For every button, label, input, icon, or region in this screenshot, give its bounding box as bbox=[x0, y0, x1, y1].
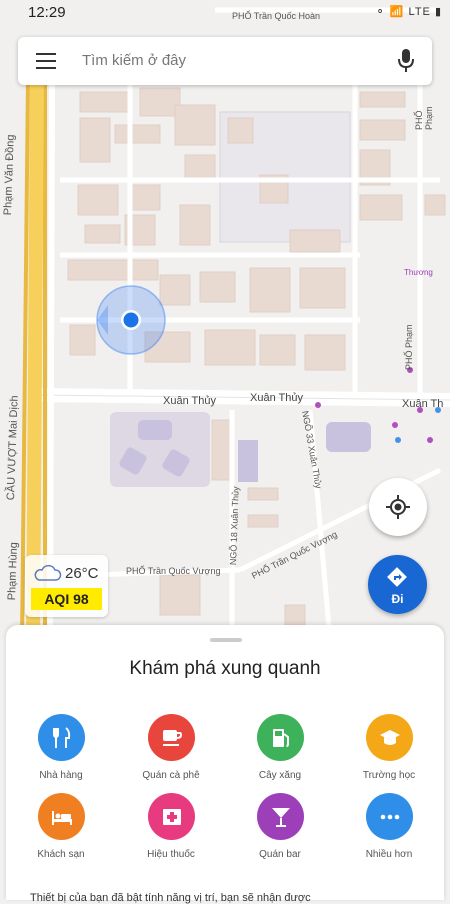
road-label-xuan-thuy-2: Xuân Thủy bbox=[250, 392, 304, 404]
search-input[interactable]: Tìm kiếm ở đây bbox=[82, 52, 186, 69]
directions-icon bbox=[387, 567, 407, 587]
road-label-pho-pham: PHỐ Phạm bbox=[414, 106, 434, 130]
explore-sheet: Khám phá xung quanh Nhà hàng Quán cà phê… bbox=[6, 625, 444, 900]
my-location-button[interactable] bbox=[369, 478, 427, 536]
road-label-xuan-thuy-1: Xuân Thủy bbox=[163, 395, 217, 407]
category-bar[interactable]: Quán bar bbox=[232, 793, 328, 860]
category-label: Cây xăng bbox=[258, 770, 302, 781]
more-icon bbox=[365, 793, 413, 840]
category-label: Quán cà phê bbox=[142, 770, 200, 781]
search-bar[interactable]: Tìm kiếm ở đây bbox=[18, 37, 432, 85]
menu-icon[interactable] bbox=[36, 53, 56, 69]
bar-icon bbox=[256, 793, 304, 840]
road-label-pham-hung: Phạm Hùng bbox=[6, 541, 21, 601]
category-label: Quán bar bbox=[259, 849, 301, 860]
directions-button[interactable]: Đi bbox=[368, 555, 427, 614]
hotel-icon bbox=[37, 793, 85, 840]
cloud-icon bbox=[34, 564, 62, 581]
my-location-icon bbox=[386, 495, 410, 519]
directions-label: Đi bbox=[391, 592, 404, 606]
category-coffee[interactable]: Quán cà phê bbox=[123, 714, 219, 781]
status-bar: 12:29 ⚬ 📶 LTE ▮ bbox=[0, 0, 450, 26]
restaurant-icon bbox=[37, 714, 85, 761]
microphone-icon[interactable] bbox=[398, 49, 414, 73]
coffee-icon bbox=[147, 714, 195, 761]
weather-widget[interactable]: 26°C AQI 98 bbox=[25, 555, 108, 617]
map-canvas bbox=[20, 7, 450, 640]
bottom-info-text: Thiết bị của bạn đã bật tính năng vị trí… bbox=[30, 892, 311, 904]
road-label-pho-pham-2: PHỐ Phạm bbox=[404, 324, 414, 370]
category-school[interactable]: Trường học bbox=[341, 714, 437, 781]
sheet-drag-handle[interactable] bbox=[210, 638, 242, 642]
category-pharmacy[interactable]: Hiệu thuốc bbox=[123, 793, 219, 860]
status-icons: ⚬ 📶 LTE ▮ bbox=[375, 6, 442, 18]
category-hotel[interactable]: Khách sạn bbox=[13, 793, 109, 860]
category-label: Nhà hàng bbox=[39, 770, 83, 781]
pharmacy-icon bbox=[147, 793, 195, 840]
category-gas-station[interactable]: Cây xăng bbox=[232, 714, 328, 781]
school-icon bbox=[365, 714, 413, 761]
category-label: Trường học bbox=[362, 770, 416, 781]
aqi-badge: AQI 98 bbox=[31, 588, 102, 610]
category-label: Khách sạn bbox=[37, 849, 85, 860]
category-label: Nhiều hơn bbox=[365, 849, 413, 860]
road-label-xuan-thuy-3: Xuân Th bbox=[402, 398, 444, 410]
status-time: 12:29 bbox=[28, 4, 66, 21]
category-restaurant[interactable]: Nhà hàng bbox=[13, 714, 109, 781]
road-label-tran-quoc-vuong-1: PHỐ Trần Quốc Vượng bbox=[126, 566, 221, 576]
category-label: Hiệu thuốc bbox=[147, 849, 195, 860]
explore-title: Khám phá xung quanh bbox=[129, 658, 321, 679]
weather-temperature: 26°C bbox=[65, 565, 99, 582]
gas-station-icon bbox=[256, 714, 304, 761]
map-view[interactable]: Phạm Văn Đồng CẦU VƯỢT Mai Dịch Phạm Hùn… bbox=[0, 0, 450, 640]
category-more[interactable]: Nhiều hơn bbox=[341, 793, 437, 860]
place-label-thuong: Thương bbox=[404, 268, 433, 277]
